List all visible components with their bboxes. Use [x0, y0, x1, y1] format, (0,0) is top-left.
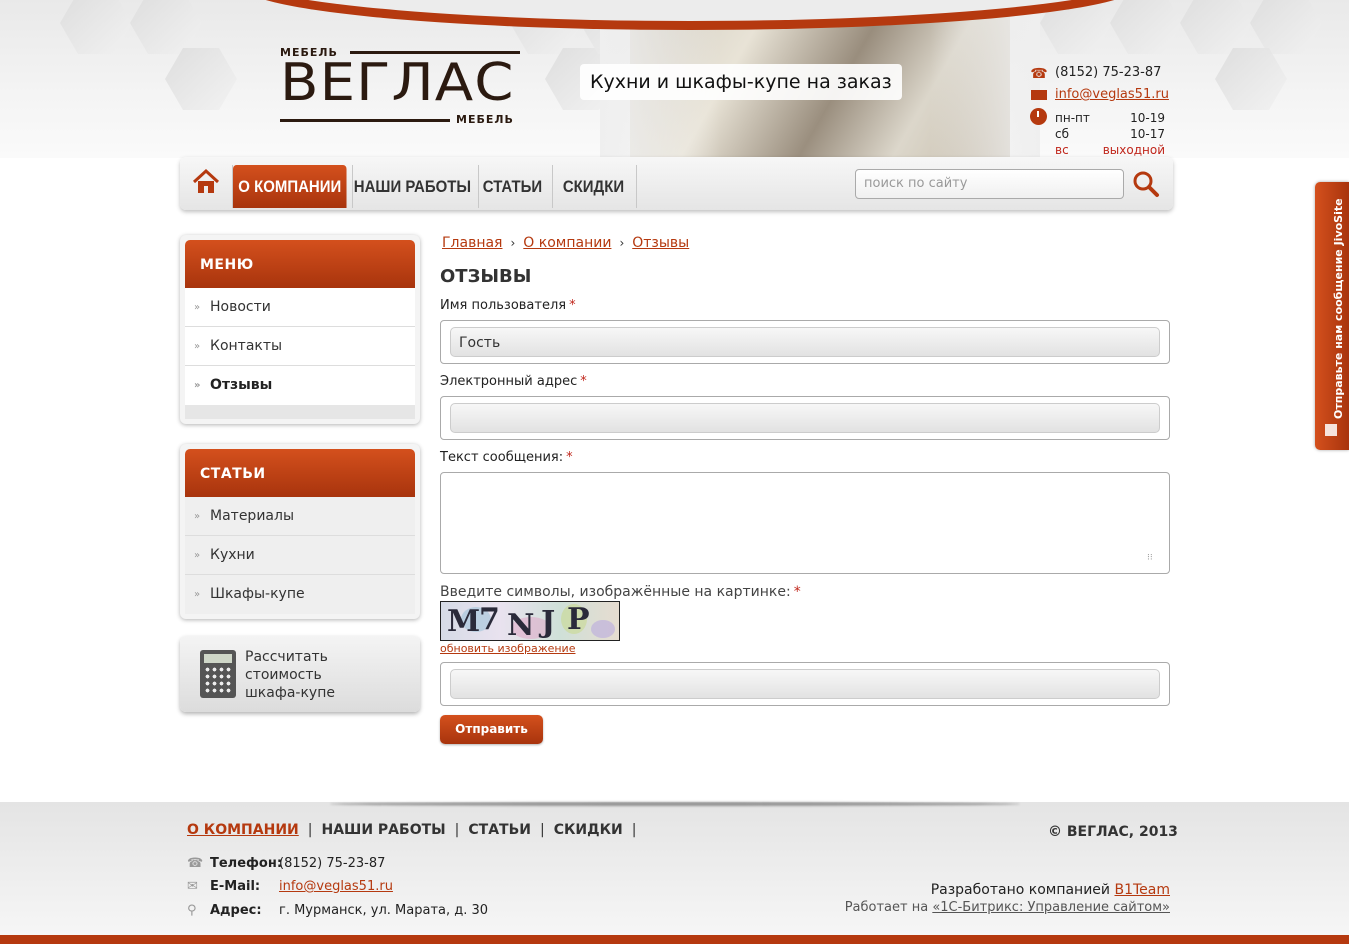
phone-icon: ☎	[1030, 66, 1048, 82]
site-footer: О КОМПАНИИ | НАШИ РАБОТЫ | СТАТЬИ | СКИДКИ | © …	[0, 802, 1349, 944]
mail-icon: ✉	[187, 879, 198, 894]
calculate-wardrobe-button[interactable]: Рассчитать стоимость шкафа-купе	[180, 636, 420, 712]
search-icon[interactable]	[1132, 170, 1160, 198]
message-textarea[interactable]: ⁝⁝	[440, 472, 1170, 574]
work-hours: пн-пт 10-19 сб 10-17 вс выходной	[1055, 111, 1165, 157]
sidebar-menu: МЕНЮ » Новости » Контакты » Отзывы	[180, 235, 420, 424]
logo-brand: ВЕГЛАС	[280, 53, 515, 113]
clock-icon	[1030, 108, 1047, 125]
mail-icon	[1031, 90, 1047, 100]
captcha-refresh-link[interactable]: обновить изображение	[440, 642, 575, 655]
developer-credit: Разработано компанией B1Team	[930, 882, 1170, 898]
breadcrumb-home[interactable]: Главная	[442, 235, 502, 251]
powered-by: Работает на «1С-Битрикс: Управление сайт…	[844, 900, 1170, 915]
breadcrumb-about[interactable]: О компании	[523, 235, 611, 251]
sidebar-articles-title: СТАТЬИ	[185, 449, 415, 497]
jivosite-feedback-tab[interactable]: Отправьте нам сообщение JivoSite	[1315, 182, 1349, 450]
main-nav: О КОМПАНИИ НАШИ РАБОТЫ СТАТЬИ СКИДКИ пои…	[180, 157, 1173, 210]
bullet-icon: »	[194, 589, 201, 600]
home-icon[interactable]	[190, 166, 222, 198]
captcha-field[interactable]	[450, 669, 1160, 699]
sidebar-item-news[interactable]: » Новости	[185, 288, 415, 327]
sidebar-item-wardrobes[interactable]: » Шкафы-купе	[185, 575, 415, 614]
page-title: ОТЗЫВЫ	[440, 266, 532, 287]
copyright: © ВЕГЛАС, 2013	[1048, 824, 1178, 840]
captcha-image: M 7 N J P	[440, 601, 620, 641]
sidebar-menu-title: МЕНЮ	[185, 240, 415, 288]
header-phone: (8152) 75-23-87	[1055, 65, 1162, 80]
bullet-icon: »	[194, 511, 201, 522]
bullet-icon: »	[194, 380, 201, 391]
site-logo[interactable]: МЕБЕЛЬ ВЕГЛАС МЕБЕЛЬ	[280, 46, 520, 128]
footer-email-link[interactable]: info@veglas51.ru	[279, 879, 393, 894]
logo-bottom-word: МЕБЕЛЬ	[456, 113, 514, 126]
bullet-icon: »	[194, 550, 201, 561]
footer-nav-about[interactable]: О КОМПАНИИ	[187, 822, 299, 838]
submit-button[interactable]: Отправить	[440, 715, 543, 744]
phone-icon: ☎	[187, 856, 204, 871]
nav-item-about[interactable]: О КОМПАНИИ	[233, 165, 347, 208]
chevron-right-icon: ›	[510, 236, 516, 250]
footer-nav-discounts[interactable]: СКИДКИ	[554, 822, 623, 838]
nav-item-discounts[interactable]: СКИДКИ	[553, 165, 634, 208]
breadcrumb: Главная › О компании › Отзывы	[442, 235, 689, 251]
sidebar-articles: СТАТЬИ » Материалы » Кухни » Шкафы-купе	[180, 444, 420, 619]
developer-link[interactable]: B1Team	[1114, 882, 1170, 898]
sidebar-item-kitchens[interactable]: » Кухни	[185, 536, 415, 575]
map-pin-icon: ⚲	[187, 903, 197, 918]
breadcrumb-reviews[interactable]: Отзывы	[632, 235, 689, 251]
footer-nav: О КОМПАНИИ | НАШИ РАБОТЫ | СТАТЬИ | СКИДКИ |	[187, 822, 637, 838]
nav-item-works[interactable]: НАШИ РАБОТЫ	[353, 165, 472, 208]
sidebar-item-reviews[interactable]: » Отзывы	[185, 366, 415, 405]
footer-nav-works[interactable]: НАШИ РАБОТЫ	[321, 822, 445, 838]
message-label: Текст сообщения: *	[440, 450, 573, 465]
header-slogan: Кухни и шкафы-купе на заказ	[580, 64, 902, 100]
name-label: Имя пользователя *	[440, 298, 576, 313]
bullet-icon: »	[194, 341, 201, 352]
sidebar-item-contacts[interactable]: » Контакты	[185, 327, 415, 366]
email-field[interactable]	[450, 403, 1160, 433]
envelope-icon	[1325, 424, 1337, 436]
bitrix-link[interactable]: «1С-Битрикс: Управление сайтом»	[932, 900, 1170, 915]
footer-nav-articles[interactable]: СТАТЬИ	[468, 822, 531, 838]
email-label: Электронный адрес *	[440, 374, 587, 389]
resize-grip-icon[interactable]: ⁝⁝	[1147, 554, 1159, 567]
site-header: МЕБЕЛЬ ВЕГЛАС МЕБЕЛЬ Кухни и шкафы-купе …	[0, 0, 1349, 158]
bullet-icon: »	[194, 302, 201, 313]
header-contacts: ☎ (8152) 75-23-87 info@veglas51.ru пн-пт…	[1030, 64, 1170, 157]
name-field[interactable]: Гость	[450, 327, 1160, 357]
chevron-right-icon: ›	[619, 236, 625, 250]
calculator-icon	[200, 650, 236, 698]
search-input[interactable]: поиск по сайту	[855, 169, 1124, 199]
header-email-link[interactable]: info@veglas51.ru	[1055, 87, 1169, 102]
sidebar-item-materials[interactable]: » Материалы	[185, 497, 415, 536]
captcha-label: Введите символы, изображённые на картинк…	[440, 584, 801, 600]
nav-item-articles[interactable]: СТАТЬИ	[479, 165, 546, 208]
